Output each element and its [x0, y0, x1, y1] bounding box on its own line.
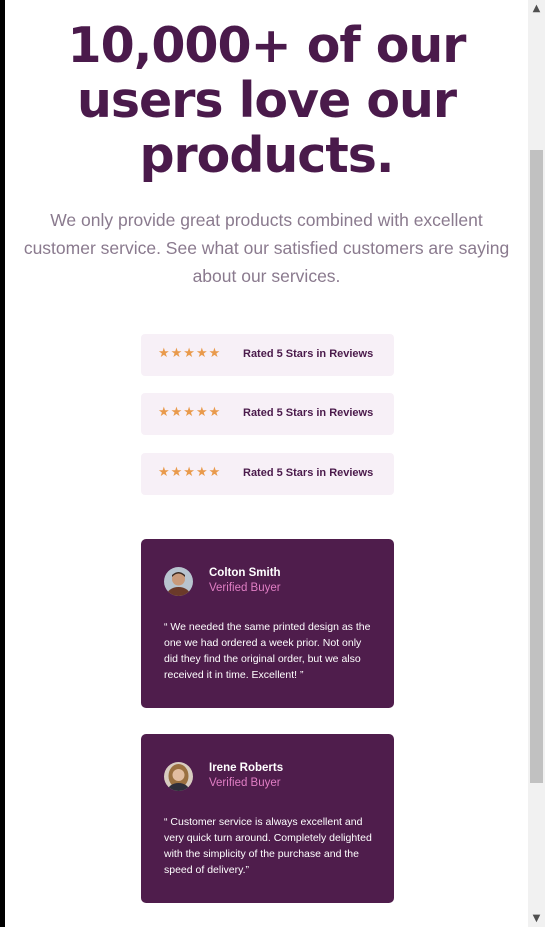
colton-avatar-icon — [164, 567, 193, 596]
rating-label: Rated 5 Stars in Reviews — [243, 407, 374, 419]
page-headline: 10,000+ of our users love our products. — [67, 17, 467, 184]
scroll-up-icon[interactable]: ▲ — [528, 0, 545, 17]
reviewer-name: Colton Smith — [209, 567, 281, 579]
page-viewport: 10,000+ of our users love our products. … — [5, 0, 528, 927]
review-quote: “ We needed the same printed design as t… — [164, 621, 371, 681]
rating-label: Rated 5 Stars in Reviews — [243, 348, 374, 360]
five-stars-icon: ★★★★★ — [158, 465, 222, 480]
reviewer-role: Verified Buyer — [209, 777, 281, 789]
rating-label: Rated 5 Stars in Reviews — [243, 467, 374, 479]
reviewer-role: Verified Buyer — [209, 582, 281, 594]
vertical-scrollbar[interactable]: ▲ ▼ — [528, 0, 545, 927]
five-stars-icon: ★★★★★ — [158, 346, 222, 361]
reviewer-name: Irene Roberts — [209, 762, 284, 774]
five-stars-icon: ★★★★★ — [158, 405, 222, 420]
intro-text: We only provide great products combined … — [23, 210, 510, 286]
review-card: Colton Smith Verified Buyer “ We needed … — [141, 539, 394, 708]
scrollbar-thumb[interactable] — [530, 150, 543, 783]
avatar — [164, 567, 193, 596]
rating-badge: ★★★★★ Rated 5 Stars in Reviews — [141, 393, 394, 435]
scroll-down-icon[interactable]: ▼ — [528, 910, 545, 927]
review-quote: “ Customer service is always excellent a… — [164, 816, 372, 876]
avatar — [164, 762, 193, 791]
review-card: Irene Roberts Verified Buyer “ Customer … — [141, 734, 394, 903]
rating-badge: ★★★★★ Rated 5 Stars in Reviews — [141, 334, 394, 376]
rating-badge: ★★★★★ Rated 5 Stars in Reviews — [141, 453, 394, 495]
irene-avatar-icon — [164, 762, 193, 791]
